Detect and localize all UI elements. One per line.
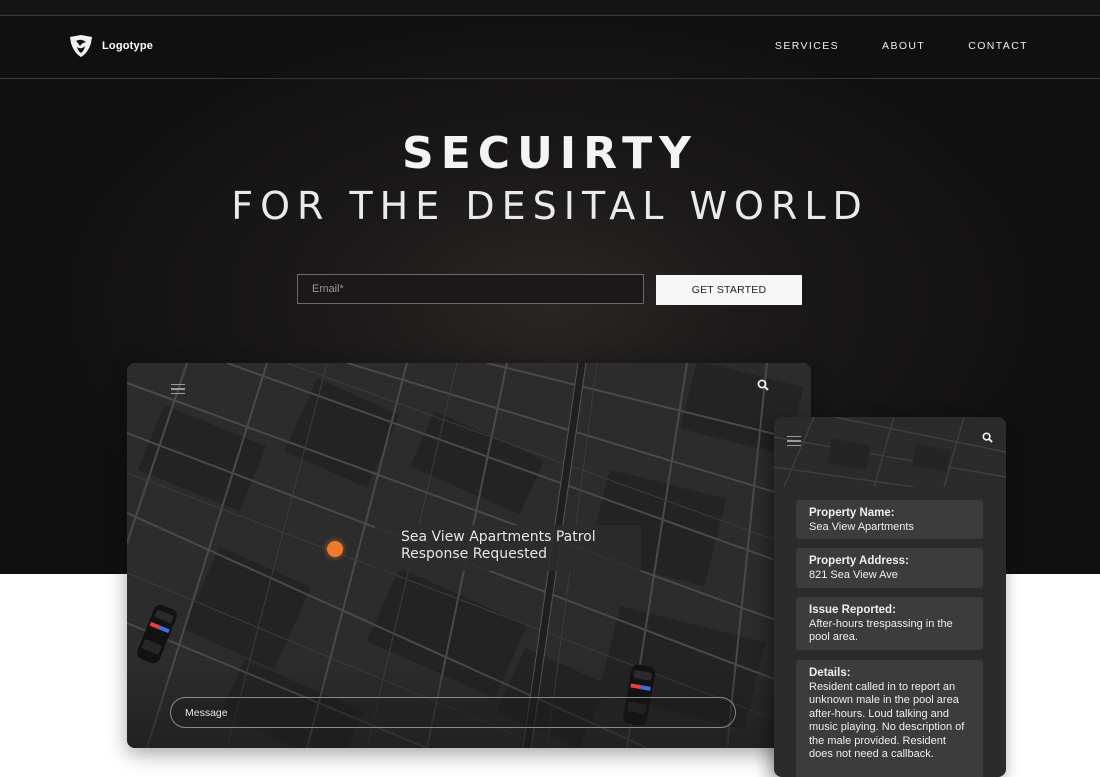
property-address-card: Property Address: 821 Sea View Ave bbox=[796, 548, 983, 588]
patrol-callout: Sea View Apartments Patrol Response Requ… bbox=[375, 525, 641, 571]
hero-title: SECUIRTY bbox=[402, 128, 698, 179]
details-label: Details: bbox=[809, 667, 851, 679]
hero-subtitle: FOR THE DESITAL WORLD bbox=[231, 184, 869, 228]
location-pin-icon[interactable] bbox=[327, 541, 343, 557]
issue-reported-value: After-hours trespassing in the pool area… bbox=[809, 617, 953, 644]
logo[interactable]: Logotype bbox=[68, 34, 153, 58]
message-input[interactable] bbox=[170, 697, 736, 728]
shield-logo-icon bbox=[70, 35, 92, 57]
property-name-value: Sea View Apartments bbox=[809, 520, 914, 533]
details-card: Details: Resident called in to report an… bbox=[796, 660, 983, 777]
top-strip bbox=[0, 0, 1100, 16]
hamburger-menu-icon[interactable] bbox=[787, 436, 801, 447]
logo-text: Logotype bbox=[102, 40, 154, 52]
property-name-card: Property Name: Sea View Apartments bbox=[796, 500, 983, 539]
search-icon[interactable] bbox=[982, 432, 993, 443]
issue-reported-label: Issue Reported: bbox=[809, 604, 896, 616]
details-value: Resident called in to report an unknown … bbox=[809, 680, 965, 761]
search-icon[interactable] bbox=[757, 379, 769, 391]
property-address-value: 821 Sea View Ave bbox=[809, 568, 898, 581]
property-name-label: Property Name: bbox=[809, 507, 895, 519]
nav-link-contact[interactable]: CONTACT bbox=[968, 40, 1028, 52]
email-input[interactable] bbox=[297, 274, 644, 304]
callout-line-1: Sea View Apartments Patrol bbox=[401, 529, 596, 545]
callout-line-2: Response Requested bbox=[401, 546, 548, 562]
issue-reported-card: Issue Reported: After-hours trespassing … bbox=[796, 597, 983, 650]
hamburger-menu-icon[interactable] bbox=[171, 384, 185, 395]
police-car-icon bbox=[137, 604, 177, 664]
property-address-label: Property Address: bbox=[809, 555, 909, 567]
mobile-app-mockup: Property Name: Sea View Apartments Prope… bbox=[774, 417, 1006, 777]
top-navigation: Logotype SERVICES ABOUT CONTACT bbox=[0, 16, 1100, 79]
mobile-map-header bbox=[774, 417, 1006, 487]
desktop-app-mockup: Sea View Apartments Patrol Response Requ… bbox=[127, 363, 811, 748]
nav-link-about[interactable]: ABOUT bbox=[882, 40, 925, 52]
get-started-button[interactable]: GET STARTED bbox=[656, 275, 802, 305]
nav-link-services[interactable]: SERVICES bbox=[775, 40, 839, 52]
nav-links: SERVICES ABOUT CONTACT bbox=[732, 40, 1028, 52]
